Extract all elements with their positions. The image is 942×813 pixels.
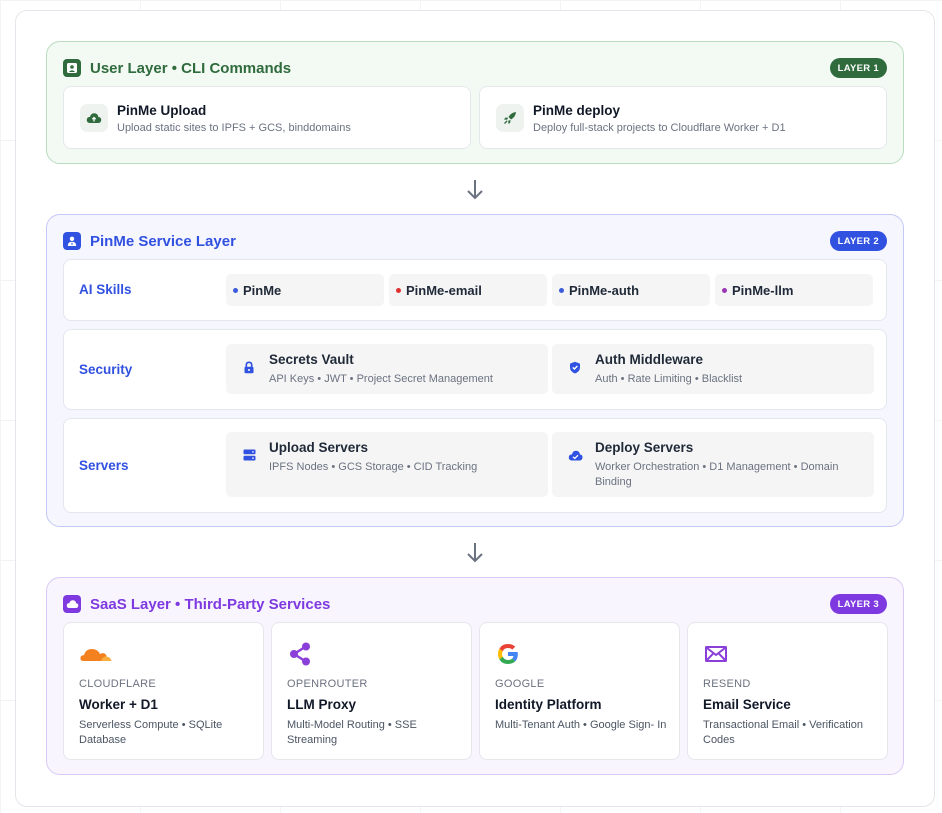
layer-3-badge: LAYER 3 xyxy=(829,594,887,614)
google-title: Identity Platform xyxy=(495,697,602,712)
auth-middleware-subtitle: Auth • Rate Limiting • Blacklist xyxy=(595,373,743,385)
skill-chip-label: PinMe xyxy=(243,282,282,298)
arrow-down-icon xyxy=(467,180,483,200)
pinme-upload-subtitle: Upload static sites to IPFS + GCS, bindd… xyxy=(117,122,351,134)
cloudflare-title: Worker + D1 xyxy=(79,697,158,712)
skill-dot xyxy=(722,287,727,293)
skill-chip-label: PinMe-email xyxy=(406,282,482,298)
arrow-down-icon xyxy=(467,543,483,563)
openrouter-card[interactable]: OPENROUTER LLM Proxy Multi-Model Routing… xyxy=(271,622,472,760)
cloudflare-subtitle: Serverless Compute • SQLite Database xyxy=(79,719,223,746)
cloudflare-vendor: CLOUDFLARE xyxy=(79,678,156,690)
servers-row: Servers Upload Servers IPFS Nodes • GCS … xyxy=(63,418,887,513)
service-icon xyxy=(63,232,81,250)
lock-icon xyxy=(241,359,257,375)
cloudflare-card[interactable]: CLOUDFLARE Worker + D1 Serverless Comput… xyxy=(63,622,264,760)
skill-dot xyxy=(559,287,564,293)
skill-dot xyxy=(396,287,401,293)
cloud-upload-icon xyxy=(80,104,108,132)
skill-chip-pinme-email[interactable]: PinMe-email xyxy=(389,274,547,306)
skill-dot xyxy=(233,287,238,293)
skill-chip-pinme-llm[interactable]: PinMe-llm xyxy=(715,274,873,306)
google-subtitle: Multi-Tenant Auth • Google Sign- In xyxy=(495,719,667,731)
layer-2-badge: LAYER 2 xyxy=(829,231,887,251)
saas-layer-title: SaaS Layer • Third-Party Services xyxy=(90,595,331,613)
cloud-icon xyxy=(63,595,81,613)
saas-layer-header: SaaS Layer • Third-Party Services LAYER … xyxy=(63,593,887,615)
user-layer: User Layer • CLI Commands LAYER 1 PinMe … xyxy=(46,41,904,164)
ai-skills-row: AI Skills PinMe PinMe-email PinMe-auth P… xyxy=(63,259,887,321)
deploy-servers-title: Deploy Servers xyxy=(595,440,694,455)
resend-card[interactable]: RESEND Email Service Transactional Email… xyxy=(687,622,888,760)
secrets-vault-card[interactable]: Secrets Vault API Keys • JWT • Project S… xyxy=(226,344,548,394)
openrouter-share-icon xyxy=(290,642,310,666)
openrouter-vendor: OPENROUTER xyxy=(287,678,368,690)
pinme-upload-card[interactable]: PinMe Upload Upload static sites to IPFS… xyxy=(63,86,471,149)
deploy-servers-card[interactable]: Deploy Servers Worker Orchestration • D1… xyxy=(552,432,874,497)
rocket-icon xyxy=(496,104,524,132)
skill-chip-pinme[interactable]: PinMe xyxy=(226,274,384,306)
openrouter-title: LLM Proxy xyxy=(287,697,357,712)
user-icon xyxy=(63,59,81,77)
resend-title: Email Service xyxy=(703,697,791,712)
google-card[interactable]: GOOGLE Identity Platform Multi-Tenant Au… xyxy=(479,622,680,760)
secrets-vault-title: Secrets Vault xyxy=(269,352,354,367)
server-icon xyxy=(241,447,257,463)
upload-servers-title: Upload Servers xyxy=(269,440,369,455)
pinme-deploy-title: PinMe deploy xyxy=(533,103,621,118)
resend-subtitle: Transactional Email • Verification Codes xyxy=(703,719,863,746)
user-layer-title: User Layer • CLI Commands xyxy=(90,59,292,77)
cloudflare-logo xyxy=(80,649,112,661)
service-layer: PinMe Service Layer LAYER 2 AI Skills Pi… xyxy=(46,214,904,527)
pinme-upload-title: PinMe Upload xyxy=(117,103,207,118)
saas-layer: SaaS Layer • Third-Party Services LAYER … xyxy=(46,577,904,775)
google-logo xyxy=(498,644,518,664)
skill-chip-label: PinMe-auth xyxy=(569,282,640,298)
skill-chip-pinme-auth[interactable]: PinMe-auth xyxy=(552,274,710,306)
service-layer-header: PinMe Service Layer LAYER 2 xyxy=(63,230,887,252)
ai-skills-label: AI Skills xyxy=(79,282,132,297)
pinme-deploy-subtitle: Deploy full-stack projects to Cloudflare… xyxy=(533,122,786,134)
layer-1-badge: LAYER 1 xyxy=(829,58,887,78)
pinme-deploy-card[interactable]: PinMe deploy Deploy full-stack projects … xyxy=(479,86,887,149)
deploy-servers-subtitle: Worker Orchestration • D1 Management • D… xyxy=(595,461,839,488)
security-label: Security xyxy=(79,362,133,377)
servers-label: Servers xyxy=(79,458,129,473)
openrouter-subtitle: Multi-Model Routing • SSE Streaming xyxy=(287,719,417,746)
upload-servers-subtitle: IPFS Nodes • GCS Storage • CID Tracking xyxy=(269,461,478,473)
google-vendor: GOOGLE xyxy=(495,678,545,690)
cloud-check-icon xyxy=(567,447,583,463)
service-layer-title: PinMe Service Layer xyxy=(90,232,236,250)
auth-middleware-title: Auth Middleware xyxy=(595,352,704,367)
security-row: Security Secrets Vault API Keys • JWT • … xyxy=(63,329,887,410)
shield-icon xyxy=(567,359,583,375)
user-layer-header: User Layer • CLI Commands LAYER 1 xyxy=(63,57,887,79)
upload-servers-card[interactable]: Upload Servers IPFS Nodes • GCS Storage … xyxy=(226,432,548,497)
auth-middleware-card[interactable]: Auth Middleware Auth • Rate Limiting • B… xyxy=(552,344,874,394)
secrets-vault-subtitle: API Keys • JWT • Project Secret Manageme… xyxy=(269,373,493,385)
resend-vendor: RESEND xyxy=(703,678,751,690)
mail-icon xyxy=(705,646,727,662)
skill-chip-label: PinMe-llm xyxy=(732,282,794,298)
